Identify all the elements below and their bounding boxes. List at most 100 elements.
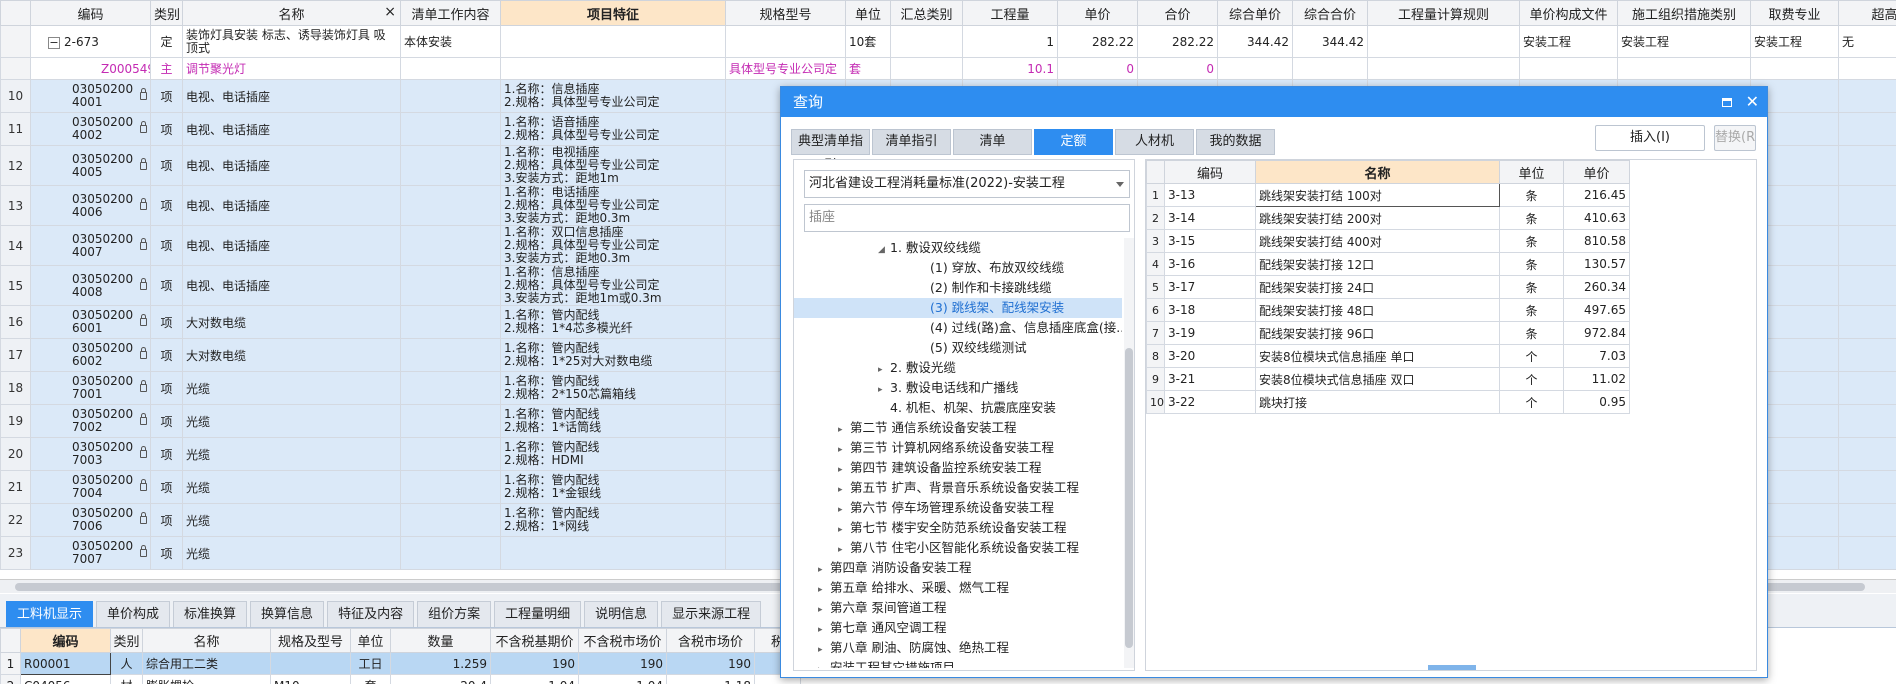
- qr-code[interactable]: 3-22: [1164, 390, 1256, 414]
- row-code[interactable]: 030502004002: [30, 112, 151, 146]
- row-name[interactable]: 电视、电话插座: [182, 145, 401, 186]
- tree-node[interactable]: ▸安装工程其它措施项目: [794, 658, 1122, 668]
- row-spec[interactable]: [725, 25, 846, 58]
- row-content[interactable]: [400, 265, 501, 306]
- qr-price[interactable]: 7.03: [1563, 344, 1630, 368]
- qr-price[interactable]: 130.57: [1563, 252, 1630, 276]
- quota-row[interactable]: 10 3-22 跳块打接个 0.95: [1146, 390, 1630, 414]
- row-content[interactable]: [400, 145, 501, 186]
- header-code[interactable]: 编码: [30, 0, 151, 26]
- tree-node[interactable]: ▸ 第八节 住宅小区智能化系统设备安装工程: [794, 538, 1122, 558]
- rh-spec[interactable]: 规格及型号: [270, 628, 351, 653]
- row-type[interactable]: 项: [150, 185, 183, 226]
- rr-market[interactable]: 1.04: [578, 674, 667, 684]
- tree-node[interactable]: ▸ 第六节 停车场管理系统设备安装工程: [794, 498, 1122, 518]
- quota-row[interactable]: 2 3-14 跳线架安装打结 200对条 410.63: [1146, 206, 1630, 230]
- row-feature[interactable]: 1.名称：管内配线 2.规格：1*4芯多模光纤: [500, 305, 726, 339]
- row-unit[interactable]: 10套: [845, 25, 891, 58]
- row-cell[interactable]: [1838, 305, 1896, 339]
- tree-node[interactable]: ▸ 3. 敷设电话线和广播线: [794, 378, 1122, 398]
- rr-unit[interactable]: 套: [350, 674, 391, 684]
- header-price[interactable]: 单价: [1057, 0, 1138, 26]
- qr-code[interactable]: 3-14: [1164, 206, 1256, 230]
- dialog-tab[interactable]: 定额: [1034, 129, 1113, 155]
- tree-node[interactable]: ▸ 第八章 刷油、防腐蚀、绝热工程: [794, 638, 1122, 658]
- qr-unit[interactable]: 条: [1499, 321, 1564, 345]
- quota-row[interactable]: 7 3-19 配线架安装打接 96口条 972.84: [1146, 321, 1630, 345]
- header-content[interactable]: 清单工作内容: [400, 0, 501, 26]
- header-unit[interactable]: 单位: [845, 0, 891, 26]
- row-cell[interactable]: [1838, 371, 1896, 405]
- rr-unit[interactable]: 工日: [350, 652, 391, 675]
- qr-price[interactable]: 11.02: [1563, 367, 1630, 391]
- dialog-tab[interactable]: 人材机: [1115, 129, 1194, 155]
- row-content[interactable]: [400, 225, 501, 266]
- row-total[interactable]: 0: [1137, 57, 1218, 80]
- row-type[interactable]: 定: [150, 25, 183, 58]
- bottom-tab[interactable]: 特征及内容: [327, 601, 415, 627]
- row-code[interactable]: −2-673: [30, 25, 151, 58]
- rh-qty[interactable]: 数量: [390, 628, 491, 653]
- row-code[interactable]: 030502007003: [30, 437, 151, 471]
- row-feature[interactable]: 1.名称：电视插座 2.规格：具体型号专业公司定 3.安装方式：距地1m: [500, 145, 726, 186]
- tree-toggle-icon[interactable]: ▸: [838, 460, 850, 480]
- bottom-tab[interactable]: 说明信息: [584, 601, 659, 627]
- rr-market[interactable]: 190: [578, 652, 667, 675]
- qr-price[interactable]: 0.95: [1563, 390, 1630, 414]
- qr-price[interactable]: 972.84: [1563, 321, 1630, 345]
- tree-node[interactable]: ▸ 第五节 扩声、背景音乐系统设备安装工程: [794, 478, 1122, 498]
- tree-toggle-icon[interactable]: ▸: [818, 620, 830, 640]
- header-file[interactable]: 单价构成文件: [1519, 0, 1618, 26]
- row-feature[interactable]: 1.名称：信息插座 2.规格：具体型号专业公司定: [500, 79, 726, 113]
- rr-base[interactable]: 190: [490, 652, 579, 675]
- row-code[interactable]: 030502007007: [30, 536, 151, 570]
- tree-toggle-icon[interactable]: ▸: [838, 480, 850, 500]
- header-utotal[interactable]: 综合合价: [1292, 0, 1368, 26]
- row-code[interactable]: 030502004008: [30, 265, 151, 306]
- resource-row[interactable]: 2C04056材膨胀螺栓M10套20.41.041.041.18: [0, 674, 801, 684]
- row-name[interactable]: 光缆: [182, 371, 401, 405]
- header-measure[interactable]: 施工组织措施类别: [1617, 0, 1751, 26]
- row-unit[interactable]: 套: [845, 57, 891, 80]
- row-type[interactable]: 项: [150, 112, 183, 146]
- row-qty[interactable]: 10.1: [962, 57, 1058, 80]
- row-name[interactable]: 光缆: [182, 503, 401, 537]
- tree-node[interactable]: ▸ 第三节 计算机网络系统设备安装工程: [794, 438, 1122, 458]
- row-type[interactable]: 项: [150, 265, 183, 306]
- qr-code[interactable]: 3-15: [1164, 229, 1256, 253]
- row-name[interactable]: 电视、电话插座: [182, 225, 401, 266]
- row-feature[interactable]: 1.名称：管内配线 2.规格：2*150芯篇箱线: [500, 371, 726, 405]
- qr-name[interactable]: 跳线架安装打结 400对: [1255, 229, 1500, 253]
- rh-base[interactable]: 不含税基期价: [490, 628, 579, 653]
- row-cell[interactable]: [1838, 145, 1896, 186]
- row-name[interactable]: 光缆: [182, 536, 401, 570]
- row-name[interactable]: 光缆: [182, 404, 401, 438]
- tree-toggle-icon[interactable]: ▸: [838, 420, 850, 440]
- rh-name[interactable]: 名称: [142, 628, 271, 653]
- tree-toggle-icon[interactable]: ▸: [818, 580, 830, 600]
- row-feature[interactable]: [500, 57, 726, 80]
- row-feature[interactable]: 1.名称：管内配线 2.规格：HDMI: [500, 437, 726, 471]
- qr-unit[interactable]: 条: [1499, 252, 1564, 276]
- dialog-tab[interactable]: 清单指引: [872, 129, 951, 155]
- row-content[interactable]: [400, 371, 501, 405]
- row-cell[interactable]: [1838, 470, 1896, 504]
- qr-unit[interactable]: 个: [1499, 367, 1564, 391]
- maximize-icon[interactable]: [1721, 97, 1732, 107]
- tree-toggle-icon[interactable]: ▸: [838, 440, 850, 460]
- dialog-titlebar[interactable]: 查询 ✕: [781, 87, 1767, 117]
- bottom-tab[interactable]: 工料机显示: [6, 601, 94, 627]
- quota-row[interactable]: 6 3-18 配线架安装打接 48口条 497.65: [1146, 298, 1630, 322]
- qr-unit[interactable]: 条: [1499, 298, 1564, 322]
- row-cell[interactable]: [1838, 112, 1896, 146]
- qr-name[interactable]: 跳线架安装打结 200对: [1255, 206, 1500, 230]
- qr-name[interactable]: 安装8位模块式信息插座 双口: [1255, 367, 1500, 391]
- bottom-tab[interactable]: 换算信息: [250, 601, 325, 627]
- row-cell[interactable]: [1838, 437, 1896, 471]
- qr-price[interactable]: 497.65: [1563, 298, 1630, 322]
- row-name[interactable]: 光缆: [182, 437, 401, 471]
- rh-unit[interactable]: 单位: [350, 628, 391, 653]
- qr-name[interactable]: 跳块打接: [1255, 390, 1500, 414]
- tree-node[interactable]: ▸ 第七章 通风空调工程: [794, 618, 1122, 638]
- row-spec[interactable]: 具体型号专业公司定: [725, 57, 846, 80]
